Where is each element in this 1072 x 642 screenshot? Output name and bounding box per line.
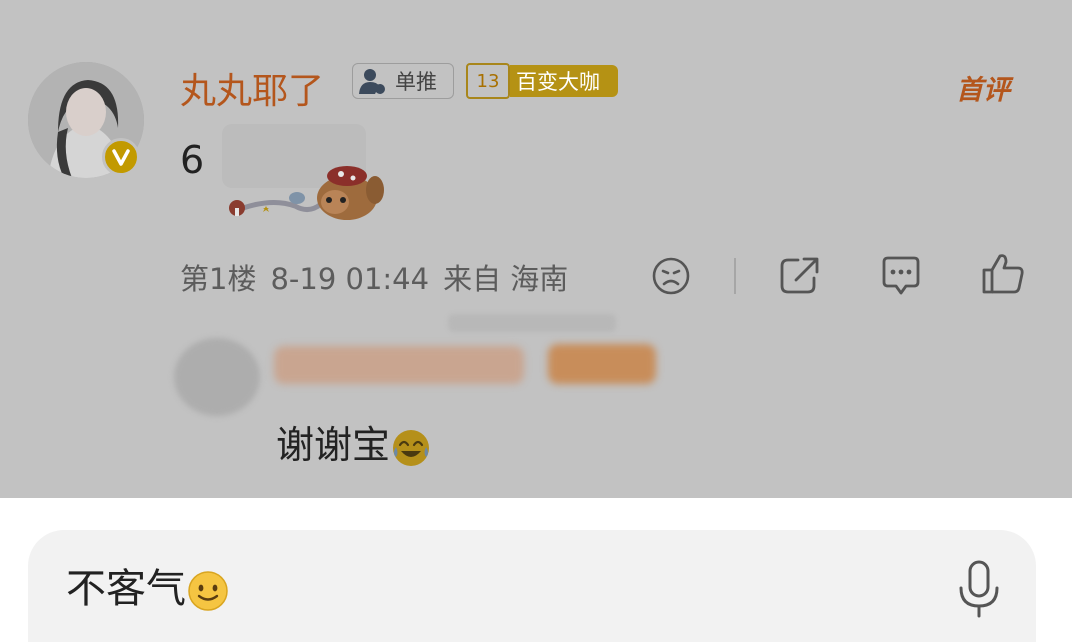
verified-v-icon	[102, 138, 140, 176]
comment-icon[interactable]	[878, 254, 924, 298]
floor-number: 第1楼	[180, 262, 257, 296]
comment-meta: 第1楼 8-19 01:44 来自 海南	[180, 256, 582, 298]
reply-avatar[interactable]	[174, 338, 260, 416]
user-icon	[359, 69, 385, 94]
blurred-content	[448, 314, 616, 332]
reply-input-value: 不客气	[66, 566, 186, 612]
share-icon[interactable]	[778, 254, 822, 298]
mic-icon[interactable]	[956, 560, 1002, 620]
single-support-label: 单推	[395, 70, 437, 94]
dislike-icon[interactable]	[650, 255, 692, 297]
smile-emoji-icon	[188, 571, 228, 611]
like-icon[interactable]	[980, 250, 1026, 296]
reply-text-content: 谢谢宝	[276, 423, 391, 467]
reply-input-text[interactable]: 不客气	[66, 556, 230, 614]
reply-username-blurred	[274, 346, 524, 384]
level-number: 13	[466, 63, 510, 99]
laugh-cry-emoji-icon	[393, 429, 430, 466]
single-support-tag[interactable]: 单推	[352, 63, 454, 99]
title-badge[interactable]: 13 百变大咖	[466, 63, 618, 99]
first-comment-badge: 首评	[956, 75, 1010, 106]
bear-sticker-icon	[229, 166, 384, 220]
reply-text: 谢谢宝	[276, 414, 432, 469]
comment-text: 6	[180, 138, 205, 182]
comment-time: 8-19 01:44	[270, 262, 430, 296]
username[interactable]: 丸丸耶了	[180, 62, 324, 114]
comment-source: 来自 海南	[443, 262, 569, 296]
reply-badge-blurred	[548, 344, 656, 384]
title-badge-label: 百变大咖	[510, 65, 618, 97]
divider	[734, 258, 736, 294]
